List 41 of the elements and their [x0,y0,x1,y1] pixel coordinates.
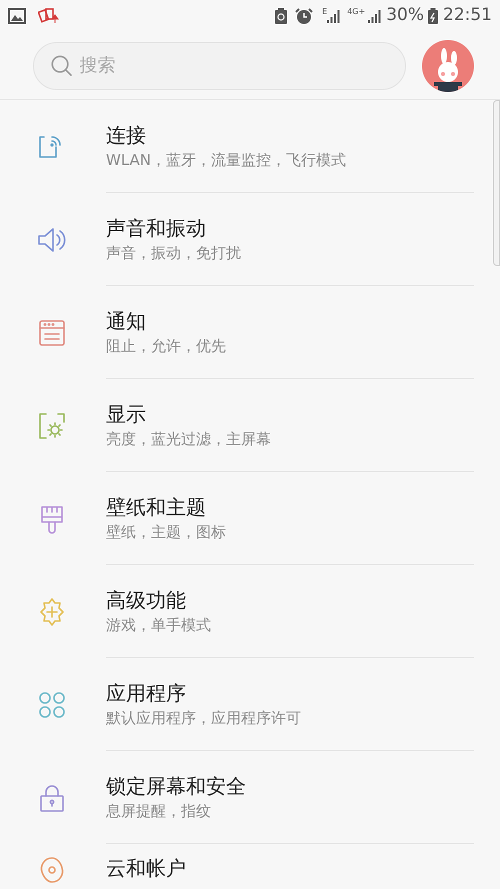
profile-avatar[interactable] [422,40,474,92]
item-title: 云和帐户 [106,855,187,882]
battery-charging-icon [427,7,439,25]
item-title: 声音和振动 [106,215,207,242]
item-title: 连接 [106,122,147,149]
item-title: 高级功能 [106,587,187,614]
clock-time: 22:51 [443,4,492,28]
settings-item[interactable]: 连接 WLAN，蓝牙，流量监控，飞行模式 [0,100,492,193]
settings-item[interactable]: 壁纸和主题 壁纸，主题，图标 [0,472,492,565]
alarm-icon [294,7,314,25]
item-subtitle: 亮度，蓝光过滤，主屏幕 [106,429,272,450]
settings-item[interactable]: 云和帐户 [0,844,492,889]
battery-saver-icon [274,7,288,25]
signal-icon [368,8,382,24]
item-title: 壁纸和主题 [106,494,207,521]
item-title: 显示 [106,401,147,428]
playing-cards-icon [38,7,60,25]
item-title: 应用程序 [106,680,187,707]
item-subtitle: 阻止，允许，优先 [106,336,227,357]
network-type-label: E [322,6,328,18]
item-title: 锁定屏幕和安全 [106,773,247,800]
item-title: 通知 [106,308,147,335]
item-subtitle: 息屏提醒，指纹 [106,801,212,822]
item-subtitle: 壁纸，主题，图标 [106,522,227,543]
image-icon [8,8,26,24]
settings-item[interactable]: 声音和振动 声音，振动，免打扰 [0,193,492,286]
search-icon [50,52,74,78]
search-field[interactable]: 搜索 [80,52,389,79]
settings-item[interactable]: 锁定屏幕和安全 息屏提醒，指纹 [0,751,492,844]
settings-item[interactable]: 高级功能 游戏，单手模式 [0,565,492,658]
item-subtitle: 声音，振动，免打扰 [106,243,242,264]
settings-item[interactable]: 应用程序 默认应用程序，应用程序许可 [0,658,492,751]
signal-icon [327,8,342,24]
item-subtitle: WLAN，蓝牙，流量监控，飞行模式 [106,150,348,171]
item-subtitle: 默认应用程序，应用程序许可 [106,708,302,729]
settings-item[interactable]: 显示 亮度，蓝光过滤，主屏幕 [0,379,492,472]
item-subtitle: 游戏，单手模式 [106,615,212,636]
search-bar[interactable]: 搜索 [33,42,406,90]
network-type-label: 4G+ [347,6,366,18]
battery-percentage: 30% [386,4,424,28]
settings-item[interactable]: 通知 阻止，允许，优先 [0,286,492,379]
